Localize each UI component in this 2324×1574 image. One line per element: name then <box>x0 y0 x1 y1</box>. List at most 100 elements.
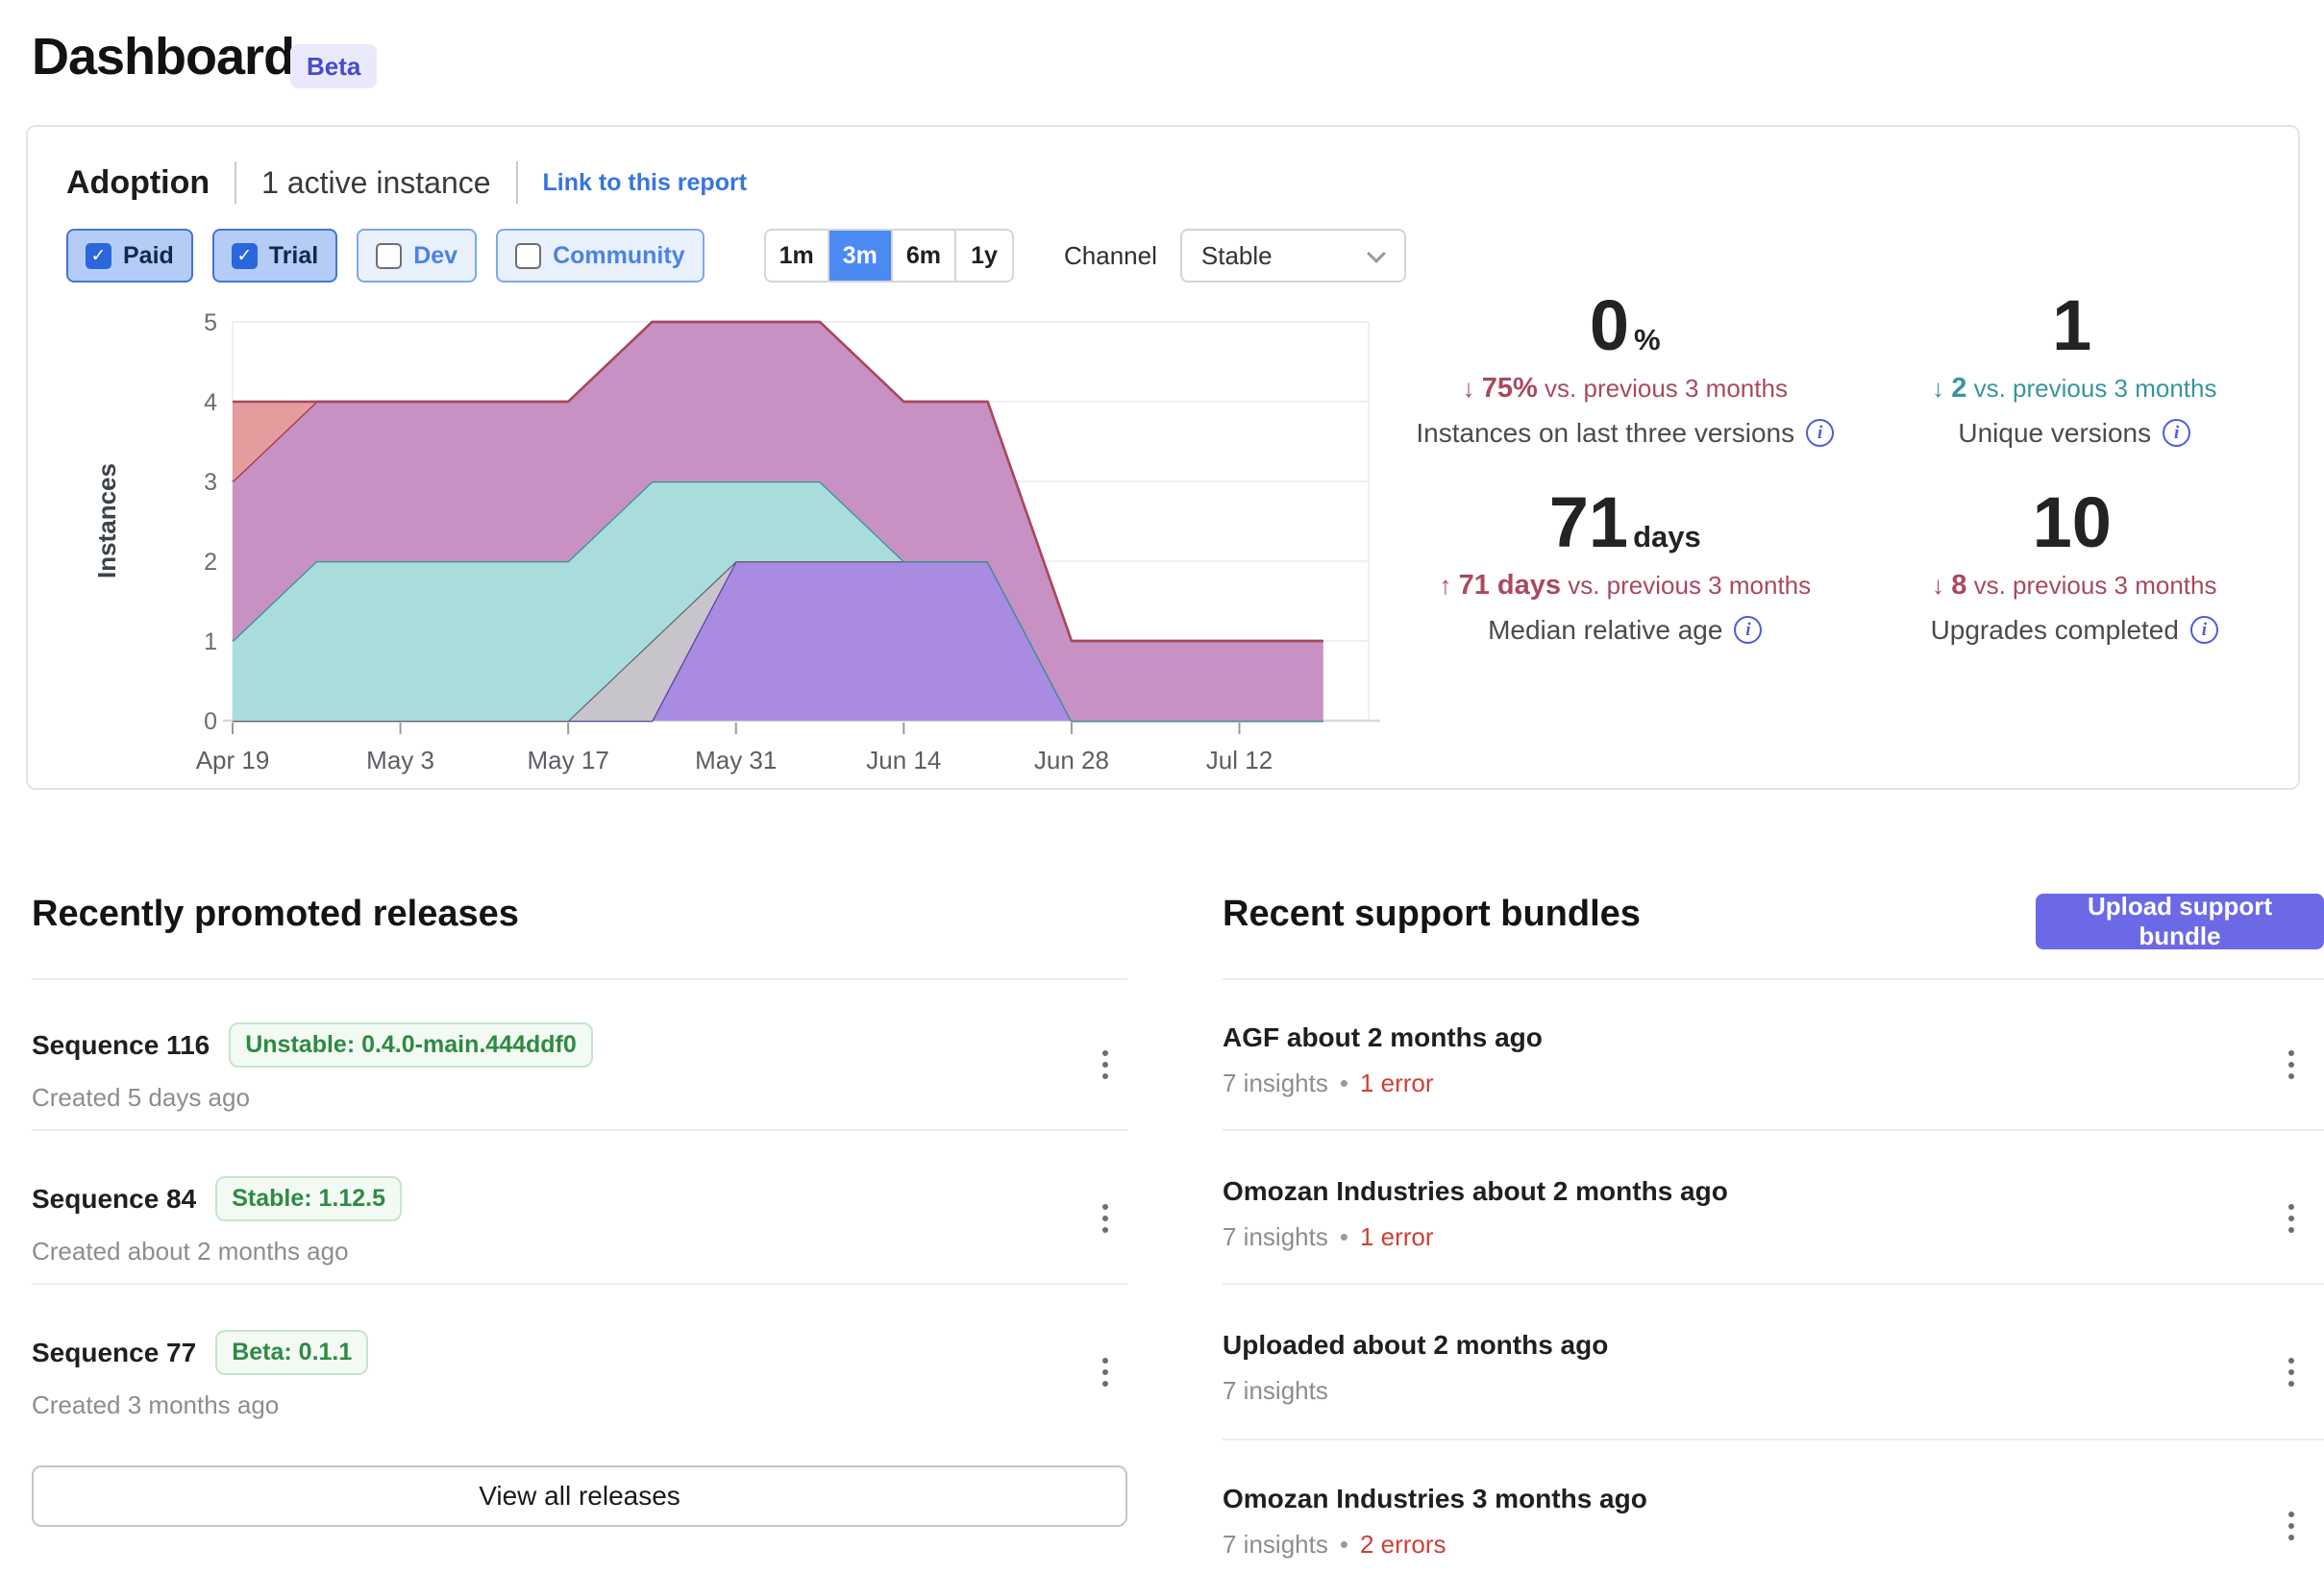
adoption-card: Adoption 1 active instance Link to this … <box>26 125 2300 790</box>
stat-trend: ↓ 8 vs. previous 3 months <box>1850 570 2300 602</box>
svg-text:3: 3 <box>204 469 217 496</box>
release-row: Sequence 77 Beta: 0.1.1 Created 3 months… <box>32 1330 368 1420</box>
stat-trend: ↓ 2 vs. previous 3 months <box>1850 373 2300 405</box>
divider <box>32 1283 1127 1285</box>
svg-text:Jun 28: Jun 28 <box>1034 746 1109 775</box>
stat-trend: ↓ 75% vs. previous 3 months <box>1400 373 1850 405</box>
range-1m[interactable]: 1m <box>766 231 828 281</box>
svg-text:Apr 19: Apr 19 <box>196 746 270 775</box>
dot-separator: • <box>1340 1069 1348 1097</box>
stat-median-relative-age: 71days ↑ 71 days vs. previous 3 months M… <box>1400 485 1850 682</box>
info-icon[interactable]: i <box>2163 419 2190 447</box>
adoption-chart-svg: 012345Apr 19May 3May 17May 31Jun 14Jun 2… <box>98 307 1386 782</box>
release-created: Created 5 days ago <box>32 1083 593 1113</box>
bundle-insights: 7 insights <box>1223 1222 1328 1251</box>
trend-down-icon: ↓ <box>1932 571 1944 600</box>
trend-up-icon: ↑ <box>1439 571 1451 600</box>
checkbox-icon: ✓ <box>86 243 111 269</box>
release-created: Created 3 months ago <box>32 1390 368 1420</box>
chevron-down-icon <box>1367 244 1386 263</box>
dot-separator: • <box>1340 1530 1348 1559</box>
stat-trend: ↑ 71 days vs. previous 3 months <box>1400 570 1850 602</box>
bundle-errors: 1 error <box>1360 1222 1434 1251</box>
trend-down-icon: ↓ <box>1932 374 1944 403</box>
filter-label: Dev <box>413 242 457 270</box>
bundle-errors: 2 errors <box>1360 1530 1446 1559</box>
bundles-heading: Recent support bundles <box>1223 894 1641 935</box>
trend-down-icon: ↓ <box>1463 374 1475 403</box>
beta-badge: Beta <box>290 44 377 88</box>
bundle-row: AGF about 2 months ago 7 insights • 1 erro… <box>1223 1022 1543 1098</box>
divider <box>32 978 1127 980</box>
info-icon[interactable]: i <box>2190 616 2218 644</box>
divider <box>1223 1439 2324 1440</box>
filter-chip-paid[interactable]: ✓ Paid <box>66 229 193 283</box>
filter-label: Paid <box>123 242 174 270</box>
adoption-stats: 0% ↓ 75% vs. previous 3 months Instances… <box>1400 288 2299 701</box>
svg-text:5: 5 <box>204 309 217 336</box>
adoption-chart: 012345Apr 19May 3May 17May 31Jun 14Jun 2… <box>98 307 1386 782</box>
bundle-row: Omozan Industries about 2 months ago 7 i… <box>1223 1176 1728 1252</box>
release-title: Sequence 116 <box>32 1030 210 1061</box>
release-version-badge: Beta: 0.1.1 <box>215 1330 368 1375</box>
release-version-badge: Stable: 1.12.5 <box>215 1176 402 1221</box>
bundle-title: Omozan Industries 3 months ago <box>1223 1484 1647 1514</box>
release-created: Created about 2 months ago <box>32 1237 402 1267</box>
svg-text:4: 4 <box>204 389 217 416</box>
svg-text:2: 2 <box>204 549 217 576</box>
adoption-filter-row: ✓ Paid ✓ Trial ✓ Dev ✓ Community 1m 3m 6… <box>66 229 1406 283</box>
channel-select[interactable]: Stable <box>1180 229 1406 283</box>
bundle-insights: 7 insights <box>1223 1069 1328 1097</box>
range-3m[interactable]: 3m <box>828 231 891 281</box>
svg-text:May 31: May 31 <box>695 746 777 775</box>
range-1y[interactable]: 1y <box>954 231 1012 281</box>
release-menu-button[interactable] <box>1086 1036 1125 1094</box>
filter-chip-dev[interactable]: ✓ Dev <box>357 229 477 283</box>
svg-text:1: 1 <box>204 628 217 655</box>
checkbox-icon: ✓ <box>376 243 402 269</box>
svg-text:Jun 14: Jun 14 <box>866 746 941 775</box>
adoption-card-header: Adoption 1 active instance Link to this … <box>66 161 747 204</box>
bundle-insights: 7 insights <box>1223 1530 1328 1559</box>
svg-text:0: 0 <box>204 708 217 735</box>
release-menu-button[interactable] <box>1086 1190 1125 1247</box>
releases-heading: Recently promoted releases <box>32 894 519 935</box>
bundle-row: Uploaded about 2 months ago 7 insights• <box>1223 1330 1608 1406</box>
filter-label: Community <box>553 242 685 270</box>
divider <box>516 161 518 204</box>
stat-upgrades-completed: 10 ↓ 8 vs. previous 3 months Upgrades co… <box>1850 485 2300 682</box>
bundle-row: Omozan Industries 3 months ago 7 insight… <box>1223 1484 1647 1560</box>
view-all-releases-button[interactable]: View all releases <box>32 1465 1127 1527</box>
divider <box>235 161 236 204</box>
bundle-menu-button[interactable] <box>2272 1036 2311 1094</box>
divider <box>1223 978 2324 980</box>
bundle-title: Omozan Industries about 2 months ago <box>1223 1176 1728 1207</box>
filter-chip-trial[interactable]: ✓ Trial <box>212 229 337 283</box>
checkbox-icon: ✓ <box>232 243 258 269</box>
time-range-segmented-control: 1m 3m 6m 1y <box>764 229 1014 283</box>
link-to-report[interactable]: Link to this report <box>543 169 748 197</box>
release-row: Sequence 116 Unstable: 0.4.0-main.444ddf… <box>32 1022 593 1113</box>
bundle-menu-button[interactable] <box>2272 1343 2311 1401</box>
filter-label: Trial <box>269 242 318 270</box>
bundle-menu-button[interactable] <box>2272 1190 2311 1247</box>
info-icon[interactable]: i <box>1806 419 1834 447</box>
range-6m[interactable]: 6m <box>891 231 954 281</box>
svg-text:May 3: May 3 <box>366 746 434 775</box>
info-icon[interactable]: i <box>1734 616 1762 644</box>
divider <box>1223 1129 2324 1131</box>
bundle-title: AGF about 2 months ago <box>1223 1022 1543 1053</box>
divider <box>1223 1283 2324 1285</box>
page-title: Dashboard <box>32 27 294 86</box>
channel-selected-value: Stable <box>1201 241 1273 271</box>
active-instances-count: 1 active instance <box>261 165 490 201</box>
release-title: Sequence 84 <box>32 1184 196 1215</box>
release-row: Sequence 84 Stable: 1.12.5 Created about… <box>32 1176 402 1267</box>
release-menu-button[interactable] <box>1086 1343 1125 1401</box>
bundle-errors: 1 error <box>1360 1069 1434 1097</box>
upload-support-bundle-button[interactable]: Upload support bundle <box>2036 894 2324 949</box>
filter-chip-community[interactable]: ✓ Community <box>496 229 705 283</box>
release-title: Sequence 77 <box>32 1338 196 1368</box>
adoption-title: Adoption <box>66 164 210 202</box>
bundle-menu-button[interactable] <box>2272 1497 2311 1555</box>
